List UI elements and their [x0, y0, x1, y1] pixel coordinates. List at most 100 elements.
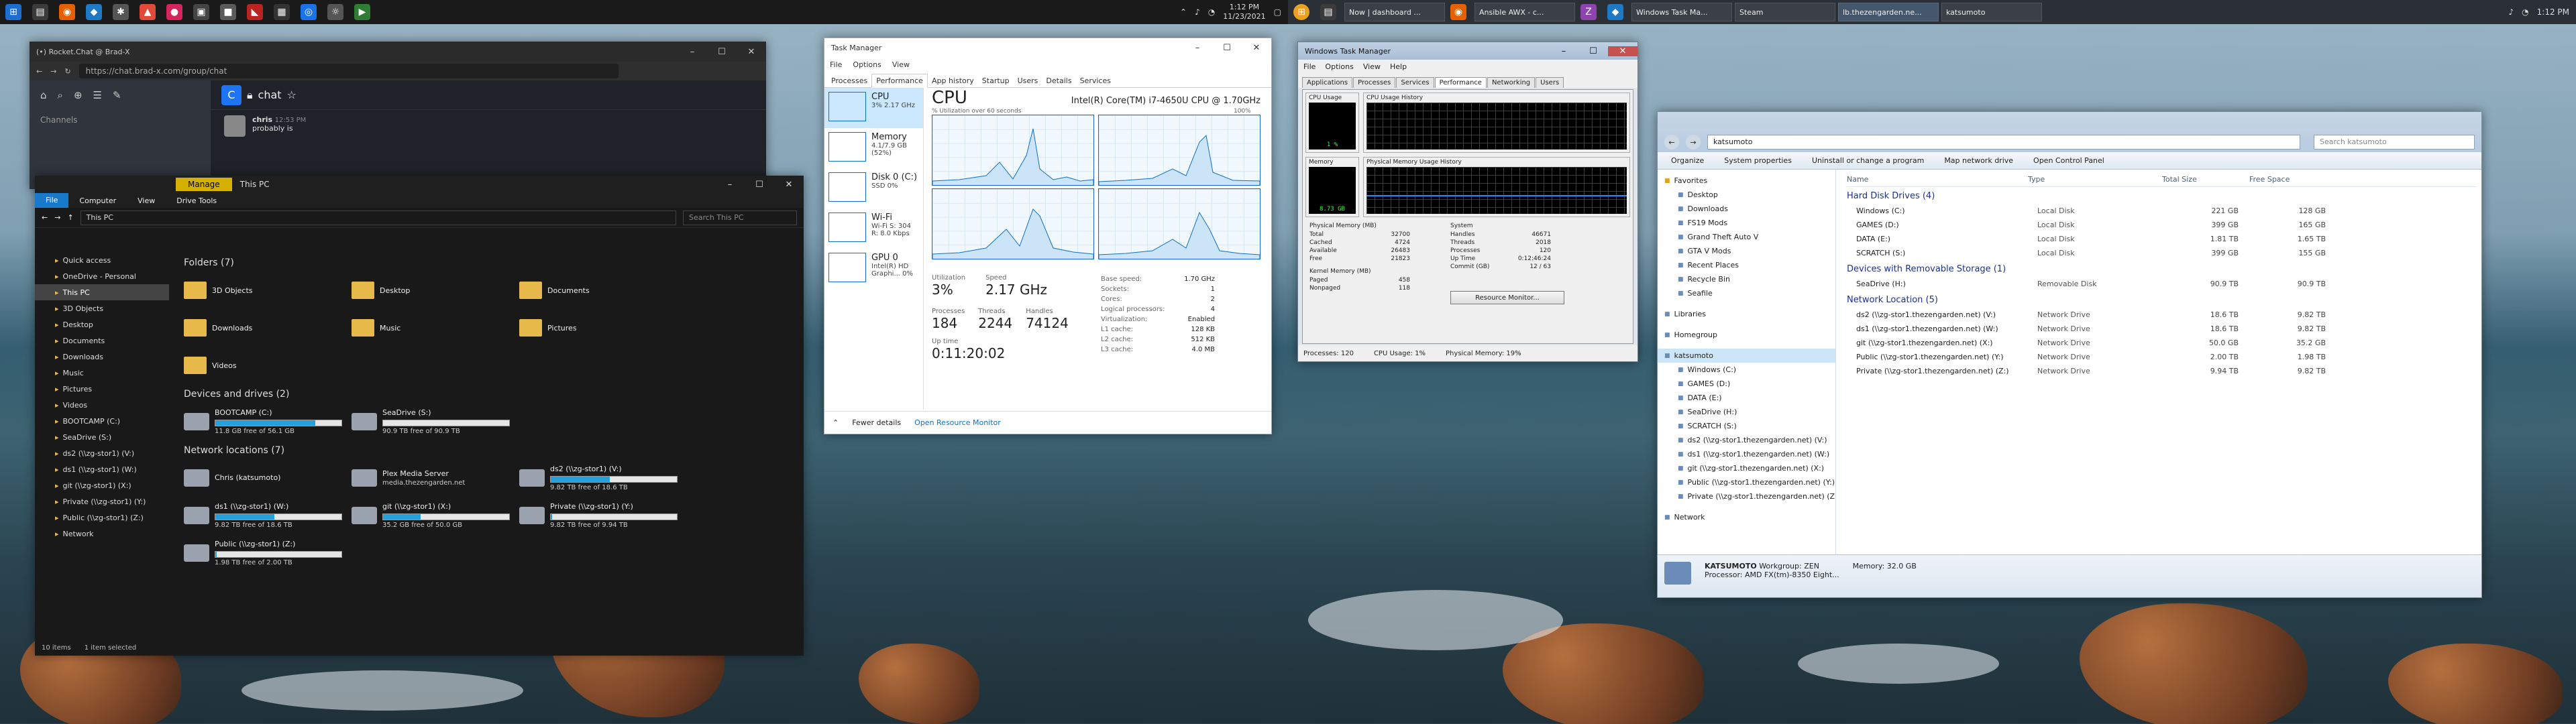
- breadcrumb[interactable]: katsumoto: [1707, 135, 2300, 149]
- reload-icon[interactable]: ↻: [64, 67, 70, 76]
- nav-item[interactable]: ▸ Private (\\zg-stor1) (Y:): [35, 493, 169, 509]
- fewer-details-link[interactable]: Fewer details: [852, 418, 901, 427]
- drive-tile[interactable]: ds2 (\\zg-stor1) (V:) 9.82 TB free of 18.…: [519, 461, 687, 495]
- drive-row[interactable]: SCRATCH (S:) Local Disk 399 GB 155 GB: [1847, 246, 2477, 260]
- task-katsumoto[interactable]: katsumoto: [1941, 3, 2042, 21]
- star-icon[interactable]: ☆: [287, 88, 297, 101]
- tab-drive-tools[interactable]: Drive Tools: [166, 196, 227, 205]
- nav-item[interactable]: ■ git (\\zg-stor1.thezengarden.net) (X:): [1658, 461, 1835, 475]
- folder-tile[interactable]: Pictures: [519, 311, 687, 345]
- maximize-icon[interactable]: ☐: [745, 180, 774, 190]
- command-button[interactable]: Map network drive: [1944, 156, 2013, 165]
- drive-tile[interactable]: SeaDrive (S:) 90.9 TB free of 90.9 TB: [352, 405, 519, 438]
- explorer-pin-icon[interactable]: ▤: [1320, 4, 1336, 20]
- column-header[interactable]: Type: [2028, 175, 2162, 184]
- app6-icon[interactable]: ▦: [274, 4, 290, 20]
- drive-row[interactable]: ds1 (\\zg-stor1.thezengarden.net) (W:) Ne…: [1847, 322, 2477, 336]
- manage-tab[interactable]: Manage: [176, 178, 232, 191]
- nav-item[interactable]: ■ Desktop: [1658, 188, 1835, 202]
- drive-row[interactable]: Windows (C:) Local Disk 221 GB 128 GB: [1847, 204, 2477, 218]
- nav-item[interactable]: ▸ OneDrive - Personal: [35, 268, 169, 284]
- clock-time[interactable]: 1:12 PM: [2537, 7, 2569, 17]
- command-button[interactable]: Uninstall or change a program: [1812, 156, 1924, 165]
- back-icon[interactable]: ←: [1664, 135, 1679, 149]
- nav-item[interactable]: ■ katsumoto: [1658, 349, 1835, 363]
- minimize-icon[interactable]: –: [715, 180, 745, 190]
- app2-icon[interactable]: ●: [166, 4, 182, 20]
- vscode-pin-icon[interactable]: ◆: [1607, 4, 1623, 20]
- tab-users[interactable]: Users: [1536, 77, 1564, 88]
- nav-item[interactable]: ▸ Downloads: [35, 349, 169, 365]
- start-icon[interactable]: ⊞: [5, 4, 21, 20]
- nav-item[interactable]: ■ Grand Theft Auto V: [1658, 230, 1835, 244]
- column-header[interactable]: Name: [1847, 175, 2028, 184]
- nav-item[interactable]: ■ ds1 (\\zg-stor1.thezengarden.net) (W:): [1658, 447, 1835, 461]
- resource-item[interactable]: Memory 4.1/7.9 GB (52%): [824, 128, 923, 168]
- maximize-icon[interactable]: ☐: [707, 47, 737, 57]
- tab-processes[interactable]: Processes: [827, 74, 871, 87]
- url-bar[interactable]: https://chat.brad-x.com/group/chat: [78, 64, 619, 78]
- drive-tile[interactable]: Chris (katsumoto): [184, 461, 352, 495]
- tab-performance[interactable]: Performance: [1434, 77, 1487, 88]
- chevron-up-icon[interactable]: ⌃: [833, 418, 839, 427]
- resource-monitor-button[interactable]: Resource Monitor...: [1450, 291, 1564, 304]
- folder-tile[interactable]: Videos: [184, 349, 352, 382]
- nav-item[interactable]: ▸ Network: [35, 526, 169, 542]
- back-icon[interactable]: ←: [36, 67, 42, 76]
- nav-item[interactable]: ▸ git (\\zg-stor1) (X:): [35, 477, 169, 493]
- resource-item[interactable]: GPU 0 Intel(R) HD Graphi... 0%: [824, 249, 923, 289]
- close-icon[interactable]: ✕: [774, 180, 804, 190]
- network-header[interactable]: Network locations (7): [184, 445, 796, 456]
- folder-tile[interactable]: Downloads: [184, 311, 352, 345]
- nav-item[interactable]: ▸ Public (\\zg-stor1) (Z:): [35, 509, 169, 526]
- nav-item[interactable]: ■ Seafile: [1658, 286, 1835, 300]
- task-lb[interactable]: lb.thezengarden.ne...: [1838, 3, 1939, 21]
- resource-item[interactable]: Disk 0 (C:) SSD 0%: [824, 168, 923, 208]
- app-icon[interactable]: ✱: [113, 4, 129, 20]
- network-icon[interactable]: ◔: [1208, 7, 1215, 17]
- search-box[interactable]: Search katsumoto: [2314, 135, 2475, 149]
- nav-item[interactable]: ■ Public (\\zg-stor1.thezengarden.net) (Y…: [1658, 475, 1835, 489]
- nav-item[interactable]: ■ SCRATCH (S:): [1658, 419, 1835, 433]
- nav-item[interactable]: ■ FS19 Mods: [1658, 216, 1835, 230]
- nav-item[interactable]: ■ DATA (E:): [1658, 391, 1835, 405]
- network-icon[interactable]: ◔: [2522, 7, 2528, 17]
- removable-group-header[interactable]: Devices with Removable Storage (1): [1847, 264, 2477, 274]
- vscode-icon[interactable]: ◆: [86, 4, 102, 20]
- tab-details[interactable]: Details: [1042, 74, 1075, 87]
- command-button[interactable]: Organize: [1671, 156, 1704, 165]
- nav-item[interactable]: ■ Libraries: [1658, 307, 1835, 321]
- menu-item[interactable]: File: [830, 60, 842, 69]
- up-icon[interactable]: ↑: [67, 213, 73, 222]
- maximize-icon[interactable]: ☐: [1578, 46, 1608, 56]
- nav-item[interactable]: ■ Private (\\zg-stor1.thezengarden.net) (…: [1658, 489, 1835, 503]
- drive-row[interactable]: Private (\\zg-stor1.thezengarden.net) (Z…: [1847, 364, 2477, 378]
- menu-item[interactable]: Options: [853, 60, 881, 69]
- user-avatar[interactable]: [224, 115, 246, 137]
- nav-item[interactable]: ■ ds2 (\\zg-stor1.thezengarden.net) (V:): [1658, 433, 1835, 447]
- nav-item[interactable]: ▸ Desktop: [35, 316, 169, 333]
- tab-performance[interactable]: Performance: [871, 74, 928, 88]
- tab-view[interactable]: View: [127, 196, 166, 205]
- nav-item[interactable]: ■ Recent Places: [1658, 258, 1835, 272]
- notifications-icon[interactable]: ▢: [1274, 7, 1281, 17]
- tab-file[interactable]: File: [35, 193, 69, 208]
- nav-item[interactable]: ■ GTA V Mods: [1658, 244, 1835, 258]
- app-pin-icon[interactable]: Z: [1580, 4, 1597, 20]
- back-icon[interactable]: ←: [42, 213, 48, 222]
- minimize-icon[interactable]: –: [1183, 43, 1212, 53]
- drive-tile[interactable]: Public (\\zg-stor1) (Z:) 1.98 TB free of …: [184, 536, 352, 570]
- search-icon[interactable]: ⌕: [58, 89, 63, 101]
- channel-name[interactable]: chat: [258, 88, 282, 101]
- drive-row[interactable]: ds2 (\\zg-stor1.thezengarden.net) (V:) Ne…: [1847, 308, 2477, 322]
- nav-item[interactable]: ▸ ds2 (\\zg-stor1) (V:): [35, 445, 169, 461]
- brave-icon[interactable]: ▲: [140, 4, 156, 20]
- forward-icon[interactable]: →: [50, 67, 56, 76]
- devices-header[interactable]: Devices and drives (2): [184, 389, 796, 400]
- firefox-pin-icon[interactable]: ◉: [1450, 4, 1466, 20]
- folder-tile[interactable]: Documents: [519, 274, 687, 307]
- close-icon[interactable]: ✕: [737, 47, 766, 57]
- drive-tile[interactable]: Private (\\zg-stor1) (Y:) 9.82 TB free of…: [519, 499, 687, 532]
- folder-tile[interactable]: Desktop: [352, 274, 519, 307]
- forward-icon[interactable]: →: [1686, 135, 1701, 149]
